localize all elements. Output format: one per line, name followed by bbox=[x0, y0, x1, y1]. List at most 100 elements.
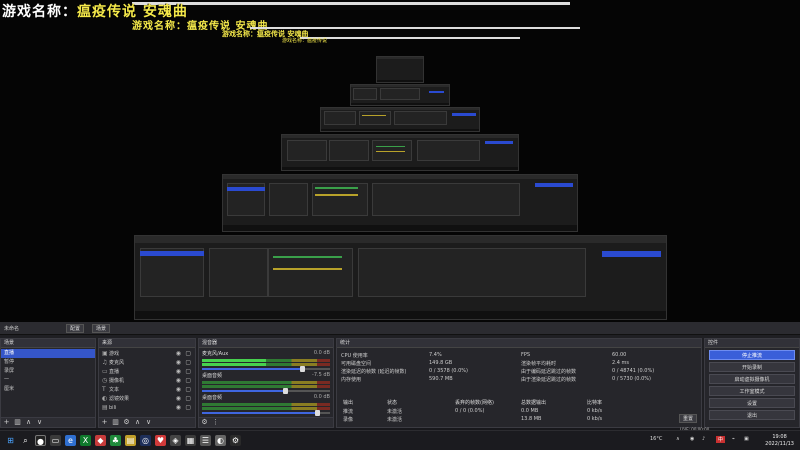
scene-collection-button[interactable]: 场景 bbox=[92, 324, 111, 333]
visibility-eye-icon[interactable]: ◉ bbox=[176, 349, 181, 358]
mixer-channel: 桌面音频 -7.5 dB bbox=[199, 371, 333, 394]
app-icon-5[interactable]: ▦ bbox=[185, 435, 196, 446]
scene-item[interactable]: 一 bbox=[1, 376, 95, 385]
app-icon-7[interactable]: ◐ bbox=[215, 435, 226, 446]
sources-dock: 来源 ▣游戏 ◉ ▢ ♫ 麦克风 ◉ ▢ ▭直播 ◉ ▢ ◷ 摄像机 ◉ ▢ T 文本 ◉ ▢ ◐ 滤镜效果 ◉ ▢ ▤bi… bbox=[98, 338, 196, 428]
source-item[interactable]: ♫ 麦克风 ◉ ▢ bbox=[99, 358, 195, 367]
lock-icon[interactable]: ▢ bbox=[185, 385, 191, 394]
source-label: 摄像机 bbox=[109, 378, 125, 384]
search-icon[interactable]: ⌕ bbox=[20, 435, 31, 446]
scene-item[interactable]: 直播 bbox=[1, 349, 95, 358]
volume-meter bbox=[202, 403, 330, 406]
fps-value: 60.00 bbox=[612, 352, 627, 358]
add-scene-icon[interactable]: + bbox=[3, 419, 10, 426]
row-record-status: 未激活 bbox=[387, 417, 403, 423]
app-icon-green[interactable]: ♣ bbox=[110, 435, 121, 446]
lock-icon[interactable]: ▢ bbox=[185, 403, 191, 412]
source-item[interactable]: T 文本 ◉ ▢ bbox=[99, 385, 195, 394]
col-output: 输出 bbox=[343, 400, 354, 406]
visibility-eye-icon[interactable]: ◉ bbox=[176, 367, 181, 376]
app-icon-4[interactable]: ◈ bbox=[170, 435, 181, 446]
network-icon[interactable]: ◉ bbox=[690, 436, 694, 442]
lock-icon[interactable]: ▢ bbox=[185, 349, 191, 358]
volume-slider[interactable] bbox=[202, 366, 330, 372]
source-label: 直播 bbox=[109, 369, 120, 375]
xbox-icon[interactable]: X bbox=[80, 435, 91, 446]
mixer-channel: 麦克风/Aux 0.0 dB bbox=[199, 349, 333, 372]
weather-temp[interactable]: 16°C bbox=[650, 436, 662, 442]
lock-icon[interactable]: ▢ bbox=[185, 358, 191, 367]
volume-slider[interactable] bbox=[202, 388, 330, 394]
stream-title-overlay-nested-3: 游戏名称：瘟疫传说 bbox=[282, 38, 328, 44]
lock-icon[interactable]: ▢ bbox=[185, 376, 191, 385]
source-settings-icon[interactable]: ⚙ bbox=[123, 419, 130, 426]
app-icon-red[interactable]: ◆ bbox=[95, 435, 106, 446]
steam-icon[interactable]: ◎ bbox=[140, 435, 151, 446]
row-record-total: 13.8 MB bbox=[521, 416, 542, 422]
scene-item[interactable]: 录屏 bbox=[1, 367, 95, 376]
app-icon-8[interactable]: ⚙ bbox=[230, 435, 241, 446]
mixer-menu-icon[interactable]: ⋮ bbox=[212, 419, 219, 426]
move-up-icon[interactable]: ∧ bbox=[134, 419, 141, 426]
nested-screen-3 bbox=[281, 134, 519, 171]
source-item[interactable]: ◐ 滤镜效果 ◉ ▢ bbox=[99, 394, 195, 403]
visibility-eye-icon[interactable]: ◉ bbox=[176, 394, 181, 403]
folder-icon[interactable]: ▤ bbox=[125, 435, 136, 446]
obs-app-icon[interactable]: ● bbox=[35, 435, 46, 446]
col-status: 状态 bbox=[387, 400, 398, 406]
visibility-eye-icon[interactable]: ◉ bbox=[176, 385, 181, 394]
edge-icon[interactable]: e bbox=[65, 435, 76, 446]
visibility-eye-icon[interactable]: ◉ bbox=[176, 358, 181, 367]
move-down-icon[interactable]: ∨ bbox=[145, 419, 152, 426]
add-source-icon[interactable]: + bbox=[101, 419, 108, 426]
volume-slider[interactable] bbox=[202, 410, 330, 416]
source-item[interactable]: ◷ 摄像机 ◉ ▢ bbox=[99, 376, 195, 385]
exit-button[interactable]: 退出 bbox=[709, 410, 795, 420]
start-recording-button[interactable]: 开始录制 bbox=[709, 362, 795, 372]
source-item[interactable]: ▭直播 ◉ ▢ bbox=[99, 367, 195, 376]
clock[interactable]: 19:08 2022/11/13 bbox=[765, 434, 794, 448]
settings-button[interactable]: 设置 bbox=[709, 398, 795, 408]
start-icon[interactable]: ⊞ bbox=[5, 435, 16, 446]
windows-taskbar: ⊞ ⌕ ● ▭ e X ◆ ♣ ▤ ◎ ♥ ◈ ▦ ☰ ◐ ⚙ 16°C ∧ ◉… bbox=[0, 430, 800, 450]
source-item[interactable]: ▣游戏 ◉ ▢ bbox=[99, 349, 195, 358]
app-icon-3[interactable]: ♥ bbox=[155, 435, 166, 446]
scene-item[interactable]: 暂停 bbox=[1, 358, 95, 367]
progress-strip bbox=[132, 2, 570, 5]
controls-header: 控件 bbox=[705, 339, 799, 348]
config-button[interactable]: 配置 bbox=[66, 324, 85, 333]
nested-screen-6 bbox=[376, 56, 424, 83]
lock-icon[interactable]: ▢ bbox=[185, 394, 191, 403]
tray-arrow-icon[interactable]: ∧ bbox=[676, 436, 680, 442]
volume-icon[interactable]: ♪ bbox=[702, 436, 705, 442]
visibility-eye-icon[interactable]: ◉ bbox=[176, 403, 181, 412]
studio-mode-button[interactable]: 工作室模式 bbox=[709, 386, 795, 396]
visibility-eye-icon[interactable]: ◉ bbox=[176, 376, 181, 385]
task-view-icon[interactable]: ▭ bbox=[50, 435, 61, 446]
tray-icon-3[interactable]: ▣ bbox=[744, 436, 749, 442]
move-down-icon[interactable]: ∨ bbox=[36, 419, 43, 426]
row-stream-name: 推流 bbox=[343, 409, 354, 415]
source-type-icon: ◐ bbox=[102, 395, 108, 402]
source-item[interactable]: ▤bili ◉ ▢ bbox=[99, 403, 195, 412]
source-label: 文本 bbox=[109, 387, 120, 393]
scenes-footer: + ▥ ∧ ∨ bbox=[1, 417, 95, 427]
reset-stats-button[interactable]: 重置 bbox=[679, 414, 698, 423]
scene-item[interactable]: 厘米 bbox=[1, 385, 95, 394]
nested-screen-5 bbox=[350, 84, 450, 106]
volume-slider-knob[interactable] bbox=[315, 410, 321, 416]
volume-meter bbox=[202, 385, 330, 388]
delete-scene-icon[interactable]: ▥ bbox=[14, 419, 21, 426]
app-icon-6[interactable]: ☰ bbox=[200, 435, 211, 446]
start-virtual-camera-button[interactable]: 启动虚拟摄像机 bbox=[709, 374, 795, 384]
stop-streaming-button[interactable]: 停止推流 bbox=[709, 350, 795, 360]
source-label: 麦克风 bbox=[109, 360, 125, 366]
lock-icon[interactable]: ▢ bbox=[185, 367, 191, 376]
move-up-icon[interactable]: ∧ bbox=[25, 419, 32, 426]
col-bitrate: 比特率 bbox=[587, 400, 603, 406]
delete-source-icon[interactable]: ▥ bbox=[112, 419, 119, 426]
mixer-settings-icon[interactable]: ⚙ bbox=[201, 419, 208, 426]
ime-icon[interactable]: 中 bbox=[716, 436, 726, 443]
tray-icon-2[interactable]: ⌁ bbox=[732, 436, 735, 442]
encode-skip-label: 由于编码延迟跳过的帧数 bbox=[521, 369, 577, 375]
